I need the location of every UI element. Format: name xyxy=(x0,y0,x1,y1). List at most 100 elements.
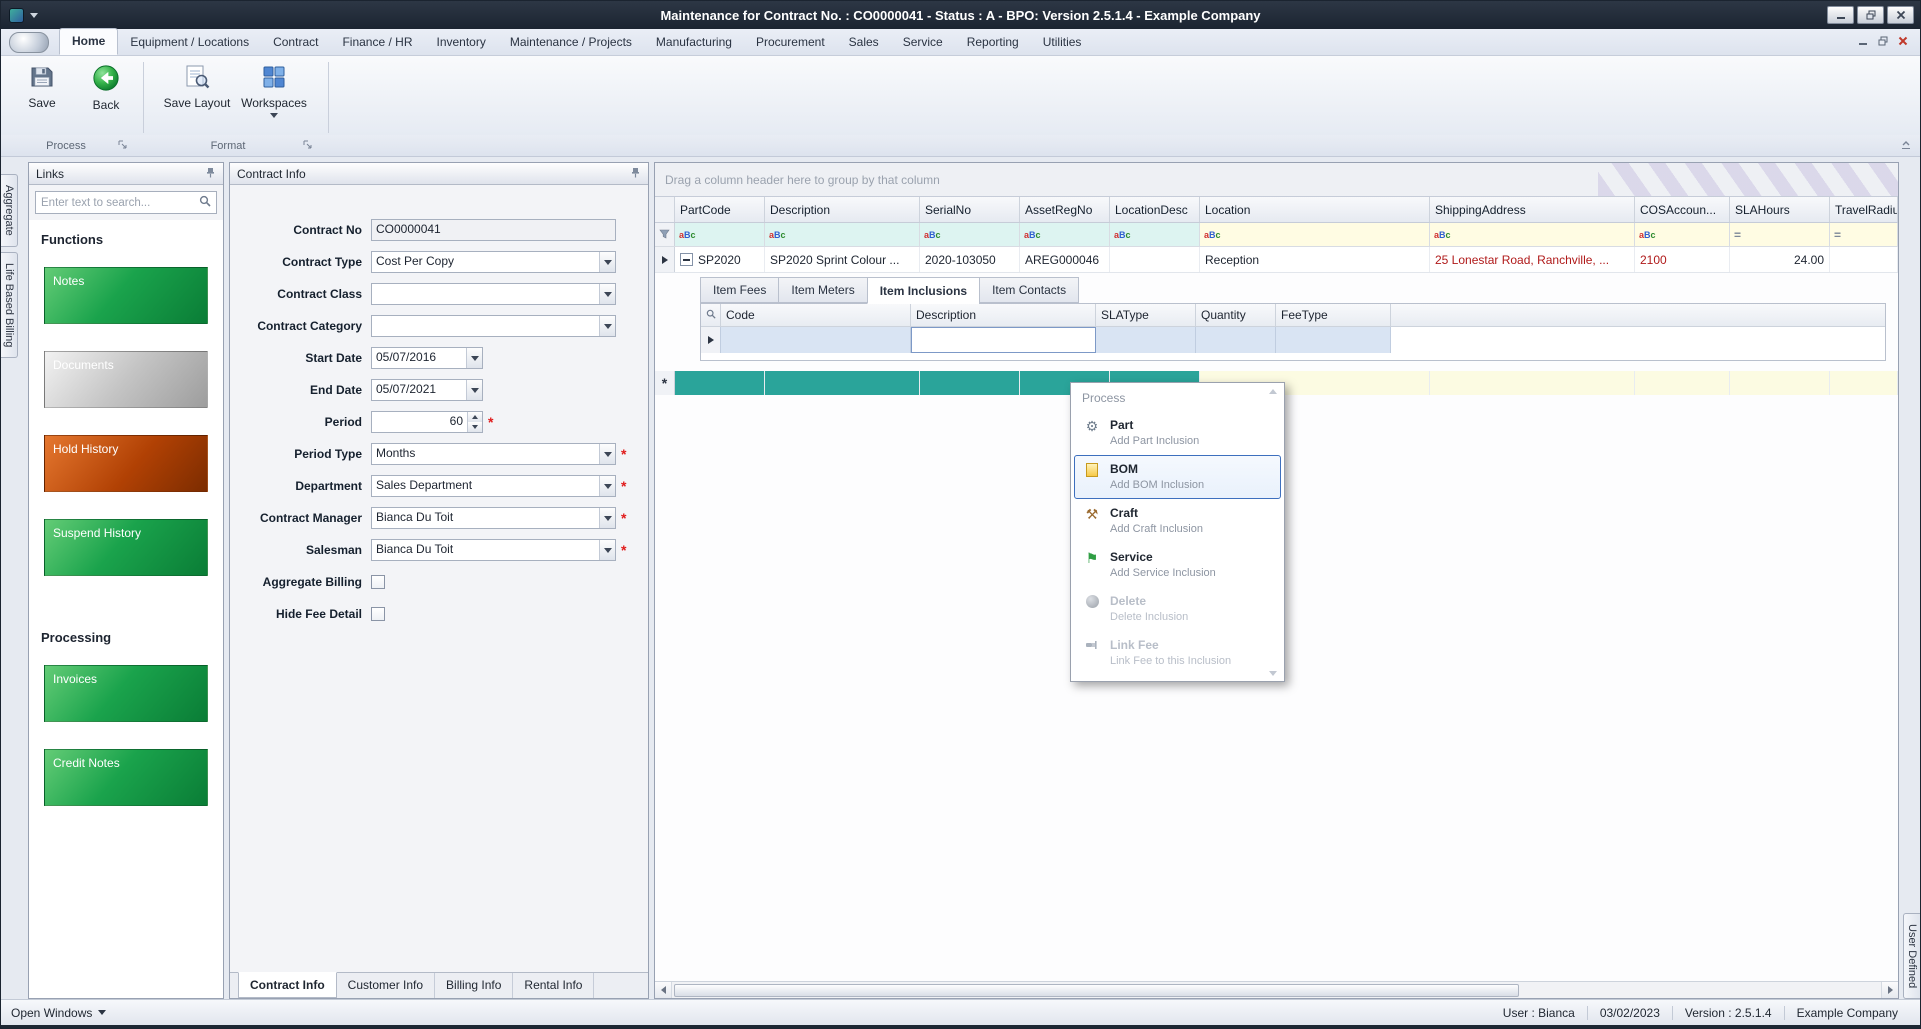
filter-cell-location[interactable]: aBc xyxy=(1200,223,1430,246)
contract-category-combo[interactable] xyxy=(371,315,616,337)
cell-partcode[interactable]: SP2020 xyxy=(675,247,765,272)
application-button[interactable] xyxy=(9,32,49,53)
links-pin-icon[interactable] xyxy=(205,167,216,181)
filter-cell-serialno[interactable]: aBc xyxy=(920,223,1020,246)
chevron-down-icon[interactable] xyxy=(466,380,482,400)
workspaces-button[interactable]: Workspaces xyxy=(237,60,311,135)
cell-slahours[interactable]: 24.00 xyxy=(1730,247,1830,272)
context-menu-item-service[interactable]: ⚑ Service Add Service Inclusion xyxy=(1074,543,1281,587)
ribbon-tab-sales[interactable]: Sales xyxy=(837,30,891,55)
detail-cell-quantity[interactable] xyxy=(1196,327,1276,353)
ribbon-tab-inventory[interactable]: Inventory xyxy=(424,30,497,55)
contract-manager-combo[interactable]: Bianca Du Toit xyxy=(371,507,616,529)
cell-assetregno[interactable]: AREG000046 xyxy=(1020,247,1110,272)
link-button-credit-notes[interactable]: Credit Notes xyxy=(44,749,208,806)
back-button[interactable]: Back xyxy=(76,60,136,135)
cell-shippingaddress[interactable]: 25 Lonestar Road, Ranchville, ... xyxy=(1430,247,1635,272)
side-tab-user-defined[interactable]: User Defined xyxy=(1903,912,1920,999)
detail-tab-item-contacts[interactable]: Item Contacts xyxy=(979,277,1080,303)
department-combo[interactable]: Sales Department xyxy=(371,475,616,497)
format-group-launcher-icon[interactable] xyxy=(303,140,312,152)
period-type-combo[interactable]: Months xyxy=(371,443,616,465)
chevron-down-icon[interactable] xyxy=(599,284,615,304)
mdi-minimize-button[interactable] xyxy=(1858,35,1868,49)
filter-cell-locationdesc[interactable]: aBc xyxy=(1110,223,1200,246)
detail-cell-description-editor[interactable] xyxy=(911,327,1096,353)
column-header-location[interactable]: Location xyxy=(1200,197,1430,222)
column-header-cosaccount[interactable]: COSAccoun... xyxy=(1635,197,1730,222)
save-layout-button[interactable]: Save Layout xyxy=(161,60,233,135)
tab-customer-info[interactable]: Customer Info xyxy=(337,973,436,998)
spinner-buttons[interactable] xyxy=(467,412,482,432)
cell-locationdesc[interactable] xyxy=(1110,247,1200,272)
scroll-right-icon[interactable] xyxy=(1881,982,1898,998)
chevron-down-icon[interactable] xyxy=(599,252,615,272)
context-menu-item-part[interactable]: ⚙ Part Add Part Inclusion xyxy=(1074,411,1281,455)
context-menu-item-craft[interactable]: ⚒ Craft Add Craft Inclusion xyxy=(1074,499,1281,543)
collapse-row-icon[interactable] xyxy=(680,253,693,266)
start-date-picker[interactable]: 05/07/2016 xyxy=(371,347,483,369)
link-button-hold-history[interactable]: Hold History xyxy=(44,435,208,492)
tab-rental-info[interactable]: Rental Info xyxy=(513,973,595,998)
detail-column-feetype[interactable]: FeeType xyxy=(1276,304,1391,326)
detail-column-slatype[interactable]: SLAType xyxy=(1096,304,1196,326)
ribbon-tab-procurement[interactable]: Procurement xyxy=(744,30,837,55)
cell-travelradius[interactable] xyxy=(1830,247,1898,272)
side-tab-aggregate[interactable]: Aggregate xyxy=(1,174,18,247)
detail-tab-item-fees[interactable]: Item Fees xyxy=(700,277,779,303)
ribbon-tab-finance-hr[interactable]: Finance / HR xyxy=(330,30,424,55)
filter-cell-shippingaddress[interactable]: aBc xyxy=(1430,223,1635,246)
column-header-locationdesc[interactable]: LocationDesc xyxy=(1110,197,1200,222)
salesman-combo[interactable]: Bianca Du Toit xyxy=(371,539,616,561)
collapse-ribbon-button[interactable] xyxy=(1900,139,1912,153)
context-menu-item-bom[interactable]: BOM Add BOM Inclusion xyxy=(1074,455,1281,499)
quick-access-dropdown-icon[interactable] xyxy=(30,12,38,18)
column-header-description[interactable]: Description xyxy=(765,197,920,222)
horizontal-scrollbar[interactable] xyxy=(655,981,1898,998)
aggregate-billing-checkbox[interactable] xyxy=(371,575,385,589)
append-cell-partcode[interactable] xyxy=(675,371,765,395)
ribbon-tab-contract[interactable]: Contract xyxy=(261,30,330,55)
minimize-button[interactable] xyxy=(1827,6,1854,24)
ribbon-tab-service[interactable]: Service xyxy=(891,30,955,55)
chevron-down-icon[interactable] xyxy=(599,540,615,560)
side-tab-life-based-billing[interactable]: Life Based Billing xyxy=(1,251,18,359)
filter-cell-description[interactable]: aBc xyxy=(765,223,920,246)
end-date-picker[interactable]: 05/07/2021 xyxy=(371,379,483,401)
chevron-down-icon[interactable] xyxy=(466,348,482,368)
mdi-close-button[interactable] xyxy=(1898,35,1908,49)
detail-column-quantity[interactable]: Quantity xyxy=(1196,304,1276,326)
filter-cell-assetregno[interactable]: aBc xyxy=(1020,223,1110,246)
chevron-down-icon[interactable] xyxy=(599,508,615,528)
detail-tab-item-inclusions[interactable]: Item Inclusions xyxy=(866,277,980,304)
filter-cell-travelradius[interactable]: = xyxy=(1830,223,1898,246)
column-header-partcode[interactable]: PartCode xyxy=(675,197,765,222)
detail-cell-feetype[interactable] xyxy=(1276,327,1391,353)
ribbon-tab-reporting[interactable]: Reporting xyxy=(955,30,1031,55)
save-button[interactable]: Save xyxy=(12,60,72,135)
scroll-left-icon[interactable] xyxy=(655,982,672,998)
detail-column-description[interactable]: Description xyxy=(911,304,1096,326)
detail-column-code[interactable]: Code xyxy=(721,304,911,326)
mdi-restore-button[interactable] xyxy=(1878,35,1888,49)
tab-contract-info[interactable]: Contract Info xyxy=(238,972,337,998)
ribbon-tab-home[interactable]: Home xyxy=(59,28,119,55)
link-button-documents[interactable]: Documents xyxy=(44,351,208,408)
filter-cell-cosaccount[interactable]: aBc xyxy=(1635,223,1730,246)
app-icon[interactable] xyxy=(9,7,24,23)
scrollbar-thumb[interactable] xyxy=(674,983,1520,997)
open-windows-button[interactable]: Open Windows xyxy=(11,1006,107,1020)
column-header-assetregno[interactable]: AssetRegNo xyxy=(1020,197,1110,222)
link-button-notes[interactable]: Notes xyxy=(44,267,208,324)
cell-description[interactable]: SP2020 Sprint Colour ... xyxy=(765,247,920,272)
chevron-down-icon[interactable] xyxy=(599,444,615,464)
append-cell-shippingaddress[interactable] xyxy=(1430,371,1635,395)
contract-pin-icon[interactable] xyxy=(630,167,641,181)
link-button-suspend-history[interactable]: Suspend History xyxy=(44,519,208,576)
detail-cell-slatype[interactable] xyxy=(1096,327,1196,353)
detail-tab-item-meters[interactable]: Item Meters xyxy=(778,277,867,303)
append-cell-slahours[interactable] xyxy=(1730,371,1830,395)
append-cell-description[interactable] xyxy=(765,371,920,395)
group-by-box[interactable]: Drag a column header here to group by th… xyxy=(655,163,1898,197)
contract-no-input[interactable]: CO0000041 xyxy=(371,219,616,241)
